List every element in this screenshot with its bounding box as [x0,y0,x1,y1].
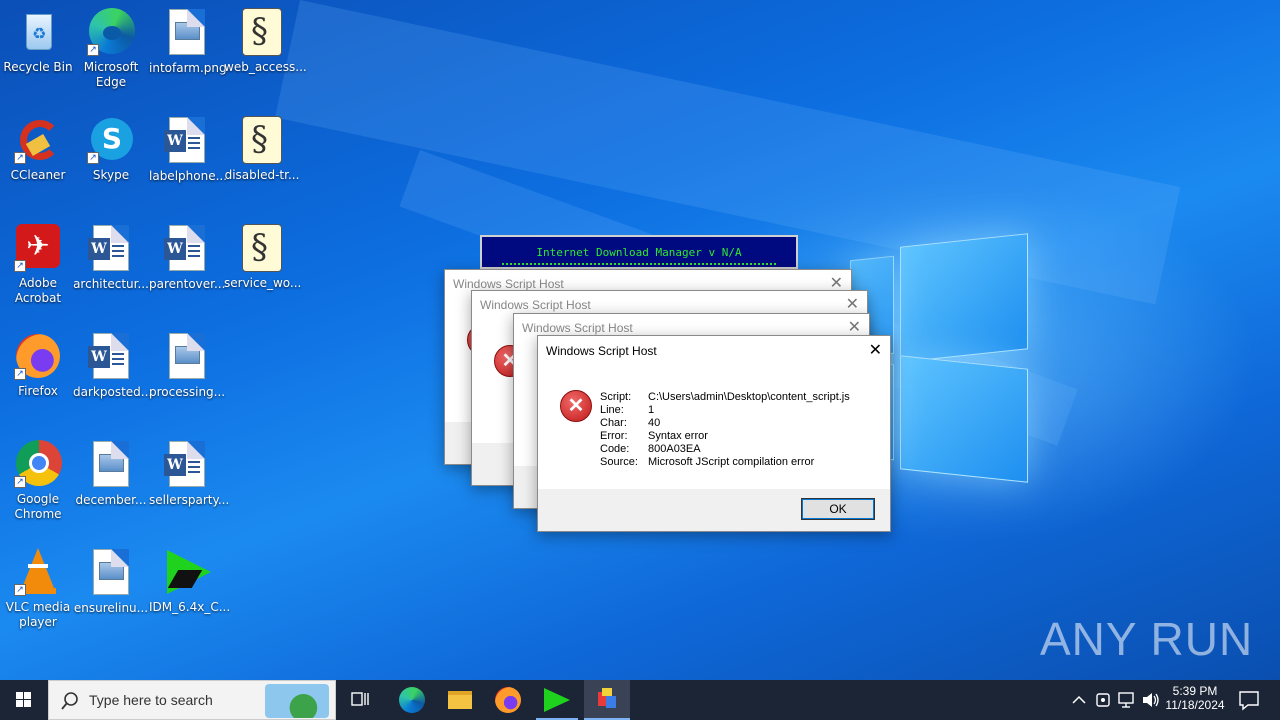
desktop-icon-web-access-script[interactable]: web_access... [224,8,307,75]
network-icon [1118,692,1134,708]
desktop-icon-darkposted-doc[interactable]: W darkposted... [73,332,152,400]
desktop-icon-google-chrome[interactable]: ↗ Google Chrome [0,440,76,522]
edge-icon: ↗ [87,8,135,56]
script-host-error-dialog[interactable]: Windows Script Host ✕ ✕ Script: C:\Users\a… [537,335,891,532]
desktop-icon-december-image[interactable]: december... [73,440,149,508]
anyrun-watermark: ANY RUN [1040,613,1254,665]
desktop-icon-microsoft-edge[interactable]: ↗ Microsoft Edge [73,8,149,90]
taskbar-idm[interactable] [536,680,578,720]
desktop-icon-ensurelinu-image[interactable]: ensurelinu... [73,548,149,616]
desktop-icon-labelphone-doc[interactable]: W labelphone... [149,116,227,184]
show-hidden-icons-button[interactable] [1068,680,1090,720]
desktop-icon-firefox[interactable]: ↗ Firefox [0,332,76,399]
word-doc-icon: W [87,333,135,381]
image-file-icon [163,9,211,57]
ccleaner-icon: ↗ [14,116,62,164]
start-button[interactable] [0,680,48,720]
taskbar: Type here to search 5:39 PM 11/18/2024 [0,680,1280,720]
taskbar-search-box[interactable]: Type here to search [48,680,336,720]
desktop: ♻ Recycle Bin ↗ CCleaner ✈ ↗ Adobe Acrob… [0,0,1280,680]
tray-volume-icon[interactable] [1140,680,1162,720]
recycle-bin-icon: ♻ [14,8,62,56]
error-icon: ✕ [560,390,592,422]
desktop-icon-ccleaner[interactable]: ↗ CCleaner [0,116,76,183]
error-field-script: Script: C:\Users\admin\Desktop\content_sc… [600,391,850,403]
taskbar-script-host[interactable] [584,680,630,720]
ok-button[interactable]: OK [801,498,875,520]
search-icon [61,692,78,710]
task-view-button[interactable] [344,680,376,720]
desktop-icon-architectur-doc[interactable]: W architectur... [73,224,149,292]
desktop-icon-intofarm-image[interactable]: intofarm.png [149,8,227,76]
taskbar-clock[interactable]: 5:39 PM 11/18/2024 [1162,680,1228,720]
acrobat-icon: ✈ ↗ [14,224,62,272]
idm-icon [163,548,211,596]
word-doc-icon: W [163,441,211,489]
notification-icon [1239,691,1259,711]
desktop-icon-processing-image[interactable]: processing... [149,332,225,400]
search-placeholder: Type here to search [89,692,213,708]
firefox-icon: ↗ [14,332,62,380]
clock-time: 5:39 PM [1172,684,1218,698]
word-doc-icon: W [163,117,211,165]
chrome-icon: ↗ [14,440,62,488]
taskbar-file-explorer[interactable] [440,680,480,720]
volume-icon [1143,693,1159,707]
error-details: Script: C:\Users\admin\Desktop\content_sc… [600,391,850,469]
desktop-icon-disabled-tr-script[interactable]: disabled-tr... [224,116,300,183]
desktop-icon-idm-installer[interactable]: IDM_6.4x_C... [149,548,230,615]
vlc-icon: ↗ [14,548,62,596]
idm-console-window[interactable]: Internet Download Manager v N/A [480,235,798,269]
word-doc-icon: W [163,225,211,273]
tray-device-icon[interactable] [1092,680,1114,720]
dialog-title: Windows Script Host [480,298,591,312]
error-field-char: Char: 40 [600,417,661,429]
image-file-icon [163,333,211,381]
dialog-footer: OK [538,489,890,531]
script-file-icon [238,8,286,56]
desktop-icon-service-wo-script[interactable]: service_wo... [224,224,301,291]
edge-icon [399,687,425,713]
dialog-title: Windows Script Host [522,321,633,335]
desktop-icon-vlc[interactable]: ↗ VLC media player [0,548,76,630]
error-field-error: Error: Syntax error [600,430,708,442]
taskbar-edge[interactable] [392,680,432,720]
error-field-source: Source: Microsoft JScript compilation err… [600,456,815,468]
tray-network-icon[interactable] [1116,680,1138,720]
action-center-button[interactable] [1232,680,1266,720]
script-file-icon [238,116,286,164]
idm-banner-text: Internet Download Manager v N/A [536,246,742,259]
word-doc-icon: W [87,225,135,273]
task-view-icon [351,692,369,706]
windows-start-icon [16,692,31,707]
script-file-icon [238,224,286,272]
dialog-title: Windows Script Host [546,344,657,358]
folder-icon [448,691,472,709]
idm-icon [544,688,570,712]
desktop-icon-recycle-bin[interactable]: ♻ Recycle Bin [0,8,76,75]
search-highlight-icon [265,684,329,718]
dialog-title: Windows Script Host [453,277,564,291]
error-field-line: Line: 1 [600,404,655,416]
close-icon[interactable]: ✕ [869,336,882,366]
desktop-icon-parentover-doc[interactable]: W parentover... [149,224,225,292]
taskbar-firefox[interactable] [488,680,528,720]
error-field-code: Code: 800A03EA [600,443,701,455]
skype-icon: S ↗ [87,116,135,164]
image-file-icon [87,549,135,597]
desktop-icon-sellersparty-doc[interactable]: W sellersparty... [149,440,229,508]
firefox-icon [495,687,521,713]
desktop-icon-adobe-acrobat[interactable]: ✈ ↗ Adobe Acrobat [0,224,76,306]
script-host-icon [596,688,618,710]
usb-device-icon [1096,693,1110,707]
chevron-up-icon [1072,695,1086,704]
idm-banner-underline [502,263,776,265]
desktop-icon-skype[interactable]: S ↗ Skype [73,116,149,183]
image-file-icon [87,441,135,489]
clock-date: 11/18/2024 [1165,698,1225,712]
